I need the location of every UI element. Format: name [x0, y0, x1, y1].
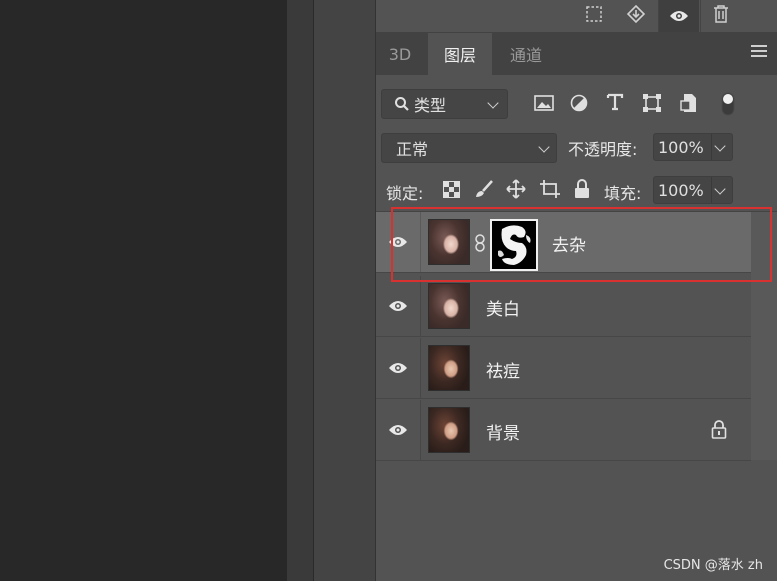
lock-transparent-pixels-icon[interactable] — [443, 181, 460, 202]
filter-kind-label: 类型 — [414, 96, 447, 115]
collapsed-panel-strip — [314, 0, 377, 581]
eye-icon[interactable] — [388, 423, 408, 437]
lock-image-pixels-icon[interactable] — [474, 179, 494, 203]
layer-name[interactable]: 祛痘 — [486, 357, 520, 382]
document-canvas[interactable] — [0, 0, 287, 581]
highlight-box — [391, 207, 772, 282]
blend-mode-value: 正常 — [396, 140, 429, 159]
tab-3d[interactable]: 3D — [376, 33, 424, 75]
panel-gutter — [287, 0, 314, 581]
layer-visibility-toggle[interactable] — [376, 276, 421, 336]
lock-label: 锁定: — [386, 184, 424, 203]
eye-icon[interactable] — [388, 299, 408, 313]
opacity-field[interactable]: 100% — [653, 133, 733, 161]
layer-visibility-toggle[interactable] — [376, 338, 421, 398]
layer-thumbnail[interactable] — [428, 345, 470, 391]
filter-toggle-icon[interactable] — [720, 90, 736, 122]
search-icon — [395, 97, 409, 111]
lock-artboard-icon[interactable] — [539, 179, 561, 203]
blend-mode-dropdown[interactable]: 正常 — [381, 133, 557, 163]
layer-thumbnail[interactable] — [428, 283, 470, 329]
layer-name[interactable]: 背景 — [486, 419, 520, 444]
layer-row-祛痘[interactable]: 祛痘 — [376, 338, 751, 399]
chevron-down-icon[interactable] — [714, 183, 726, 195]
opacity-value[interactable]: 100% — [658, 138, 704, 157]
eye-icon[interactable] — [659, 0, 699, 32]
chevron-down-icon — [538, 141, 550, 153]
layer-row-美白[interactable]: 美白 — [376, 276, 751, 337]
image-filter-icon[interactable] — [534, 94, 554, 116]
type-filter-icon[interactable] — [606, 93, 624, 115]
adjustment-filter-icon[interactable] — [570, 94, 588, 116]
eye-icon[interactable] — [388, 361, 408, 375]
chevron-down-icon — [487, 97, 499, 109]
opacity-label: 不透明度: — [568, 140, 638, 159]
smart-object-filter-icon[interactable] — [680, 93, 698, 117]
filter-kind-dropdown[interactable]: 类型 — [381, 89, 508, 119]
fill-value[interactable]: 100% — [658, 181, 704, 200]
layer-lock-icon — [711, 420, 727, 443]
tab-channels[interactable]: 通道 — [494, 33, 558, 75]
lock-position-icon[interactable] — [506, 179, 526, 203]
watermark: CSDN @落水 zh — [663, 558, 763, 573]
marquee-select-icon[interactable] — [574, 0, 614, 28]
tab-layers[interactable]: 图层 — [428, 33, 492, 75]
layer-visibility-toggle[interactable] — [376, 400, 421, 460]
fill-label: 填充: — [604, 184, 642, 203]
panel-tab-bar: 3D 图层 通道 — [376, 33, 777, 75]
trash-icon[interactable] — [701, 0, 741, 28]
panel-menu-icon[interactable] — [751, 45, 767, 63]
lock-all-icon[interactable] — [574, 179, 590, 203]
chevron-down-icon[interactable] — [714, 140, 726, 152]
shape-filter-icon[interactable] — [642, 93, 662, 117]
layer-thumbnail[interactable] — [428, 407, 470, 453]
fill-field[interactable]: 100% — [653, 176, 733, 204]
stamp-down-icon[interactable] — [616, 0, 656, 28]
panel-top-toolbar — [376, 0, 777, 33]
layer-row-背景[interactable]: 背景 — [376, 400, 751, 461]
layer-name[interactable]: 美白 — [486, 295, 520, 320]
